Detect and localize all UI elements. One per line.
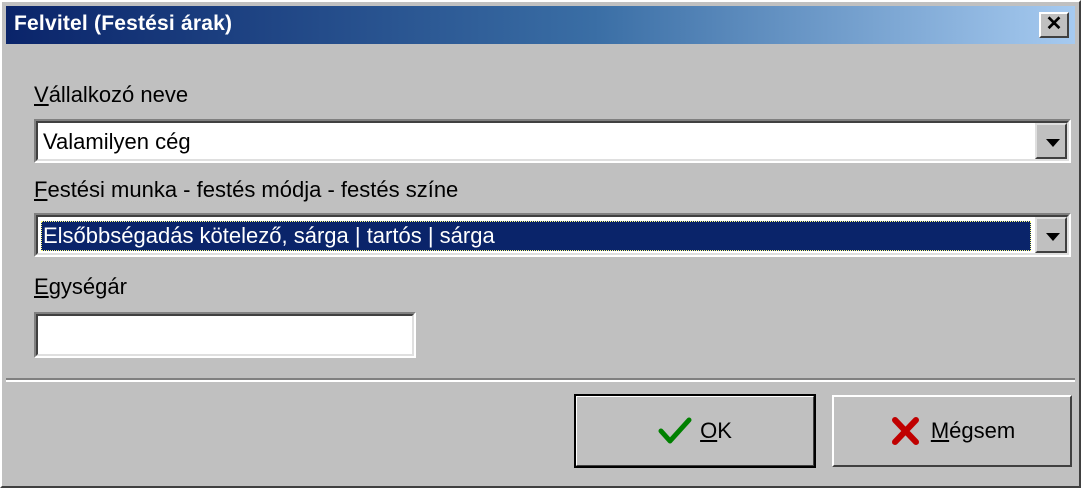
ok-label-accel: O [700,418,718,443]
close-icon: ✕ [1045,13,1063,35]
title-bar[interactable]: Felvitel (Festési árak) ✕ [6,6,1075,44]
contractor-label: Vállalkozó neve [34,82,188,108]
contractor-combobox-frame: Valamilyen cég [36,121,1069,161]
cancel-label-text: égsem [949,418,1016,443]
contractor-combobox-value: Valamilyen cég [43,129,191,154]
cancel-button-content: Mégsem [834,397,1070,465]
contractor-label-accel: V [34,82,49,107]
ok-button-content: OK [577,397,813,465]
close-button[interactable]: ✕ [1039,12,1069,38]
dialog-window: Felvitel (Festési árak) ✕ Vállalkozó nev… [0,0,1081,488]
work-dropdown-arrow-icon[interactable] [1035,217,1067,253]
work-combobox-value: Elsőbbségadás kötelező, sárga | tartós |… [41,221,1031,251]
unit-price-label-text: gységár [48,274,127,299]
cancel-button[interactable]: Mégsem [832,395,1072,467]
window-title: Felvitel (Festési árak) [14,12,233,35]
contractor-dropdown-arrow-icon[interactable] [1035,123,1067,159]
work-combobox-frame: Elsőbbségadás kötelező, sárga | tartós |… [36,215,1069,255]
x-mark-icon [891,417,919,445]
unit-price-label-accel: E [34,274,49,299]
checkmark-icon [658,417,692,444]
unit-price-input[interactable] [34,312,416,358]
cancel-label-accel: M [930,418,950,443]
separator-line [6,378,1075,382]
ok-button[interactable]: OK [574,394,816,468]
contractor-combobox[interactable]: Valamilyen cég [34,119,1071,163]
work-label-text: estési munka - festés módja - festés szí… [47,177,459,202]
cancel-button-label: Mégsem [931,418,1015,444]
unit-price-input-frame [36,314,414,356]
work-label: Festési munka - festés módja - festés sz… [34,177,458,203]
contractor-label-text: állalkozó neve [48,82,189,107]
work-combobox[interactable]: Elsőbbségadás kötelező, sárga | tartós |… [34,213,1071,257]
unit-price-label: Egységár [34,274,127,300]
ok-button-label: OK [700,418,732,444]
work-label-accel: F [34,177,48,202]
ok-label-text: K [717,418,732,443]
